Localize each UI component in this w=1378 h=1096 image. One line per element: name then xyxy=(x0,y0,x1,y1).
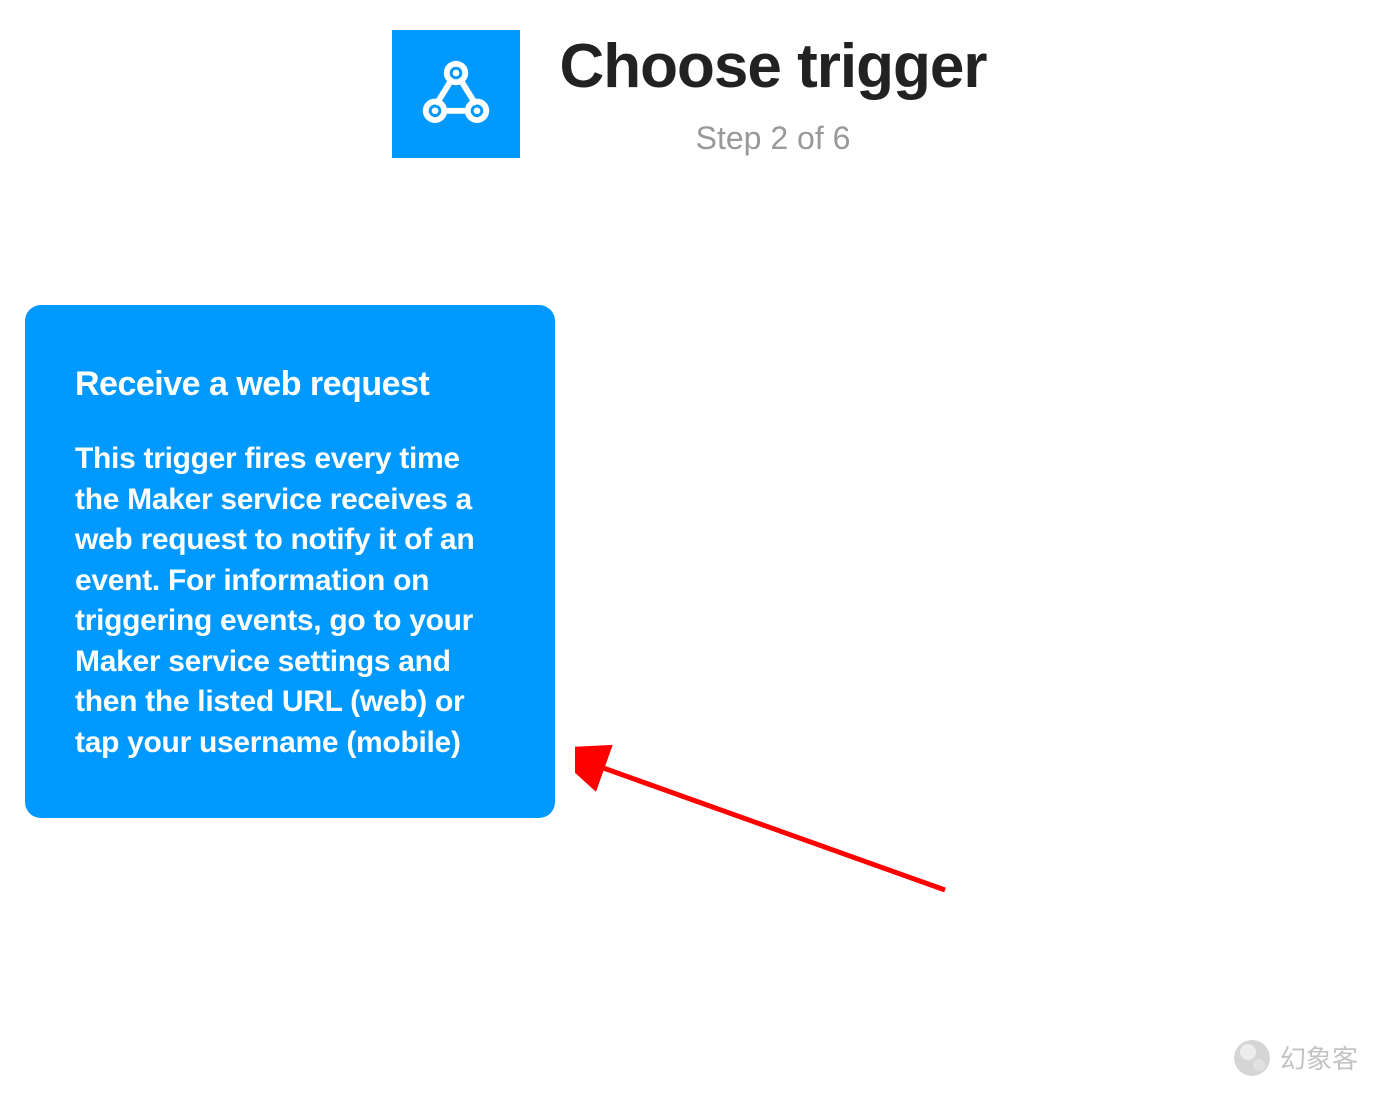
title-block: Choose trigger Step 2 of 6 xyxy=(560,31,987,157)
trigger-card-receive-web-request[interactable]: Receive a web request This trigger fires… xyxy=(25,305,555,818)
page-header: Choose trigger Step 2 of 6 xyxy=(0,0,1378,158)
watermark-text: 幻象客 xyxy=(1280,1039,1358,1076)
trigger-card-description: This trigger fires every time the Maker … xyxy=(75,439,510,763)
watermark: 幻象客 xyxy=(1234,1039,1358,1076)
watermark-avatar-icon xyxy=(1234,1040,1270,1076)
webhook-icon xyxy=(414,52,498,136)
trigger-card-title: Receive a web request xyxy=(75,365,510,404)
arrow-annotation-icon xyxy=(575,730,975,930)
webhook-icon-box xyxy=(392,30,520,158)
page-title: Choose trigger xyxy=(560,31,987,102)
step-indicator: Step 2 of 6 xyxy=(696,120,851,157)
